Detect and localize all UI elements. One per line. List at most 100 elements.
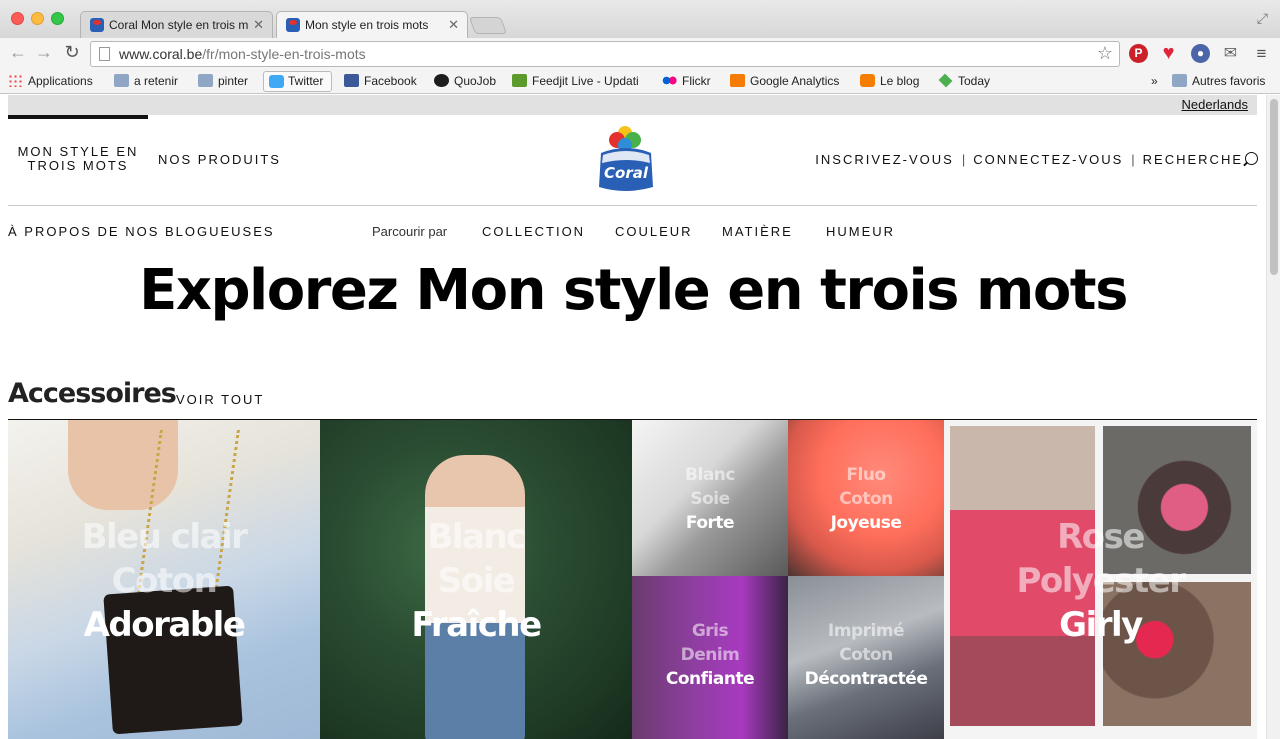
- new-tab-button[interactable]: [468, 17, 508, 34]
- close-window-button[interactable]: [11, 12, 24, 25]
- language-bar: Nederlands: [8, 95, 1257, 115]
- style-tile-girly[interactable]: Rose Polyester Girly: [944, 420, 1257, 739]
- coral-favicon-icon: [286, 18, 300, 32]
- mail-icon[interactable]: ✉: [1221, 44, 1240, 63]
- heart-icon[interactable]: ♥: [1159, 43, 1178, 63]
- page-icon: [99, 47, 110, 61]
- tab-close-icon[interactable]: ✕: [448, 12, 459, 38]
- browser-tab-1[interactable]: Coral Mon style en trois m ✕: [80, 11, 273, 38]
- fullscreen-icon[interactable]: ⤢: [1257, 10, 1268, 27]
- back-arrow-icon[interactable]: ←: [8, 42, 28, 63]
- tab-label: Mon style en trois mots: [305, 18, 429, 32]
- bookmark-star-icon[interactable]: ☆: [1097, 43, 1113, 64]
- bookmarks-bar: Applications a retenir pinter Twitter Fa…: [0, 69, 1280, 94]
- feedjit-icon: [512, 74, 527, 87]
- account-nav: INSCRIVEZ-VOUS | CONNECTEZ-VOUS | RECHERCHE: [815, 152, 1258, 167]
- folder-icon: [114, 74, 129, 87]
- nav-nos-produits[interactable]: NOS PRODUITS: [158, 152, 281, 167]
- bookmark-pinter[interactable]: pinter: [198, 73, 248, 91]
- coral-favicon-icon: [90, 18, 104, 32]
- tile-material-word: Polyester: [1016, 561, 1186, 601]
- bookmark-le-blog[interactable]: Le blog: [860, 73, 919, 91]
- tile-material-word: Soie: [690, 489, 730, 509]
- folder-icon: [198, 74, 213, 87]
- flickr-icon: [662, 74, 677, 87]
- bookmark-flickr[interactable]: Flickr: [662, 73, 711, 91]
- nav-mon-style[interactable]: MON STYLE EN TROIS MOTS: [16, 145, 140, 173]
- tile-material-word: Coton: [839, 489, 893, 509]
- url-text[interactable]: www.coral.be/fr/mon-style-en-trois-mots: [119, 46, 366, 62]
- google-analytics-icon: [730, 74, 745, 87]
- browse-by-label: Parcourir par: [372, 224, 448, 239]
- forward-arrow-icon[interactable]: →: [34, 42, 54, 63]
- voir-tout-link[interactable]: VOIR TOUT: [176, 392, 264, 407]
- today-icon: [938, 73, 953, 88]
- menu-icon[interactable]: ≡: [1252, 44, 1271, 63]
- browser-tab-2[interactable]: Mon style en trois mots ✕: [276, 11, 468, 38]
- tab-close-icon[interactable]: ✕: [253, 12, 264, 38]
- browse-couleur[interactable]: COULEUR: [615, 224, 693, 239]
- nav-recherche[interactable]: RECHERCHE: [1143, 152, 1243, 167]
- browser-titlebar: Coral Mon style en trois m ✕ Mon style e…: [0, 0, 1280, 38]
- style-tile-decontractee[interactable]: Imprimé Coton Décontractée: [788, 576, 944, 739]
- folder-icon: [1172, 74, 1187, 87]
- bookmark-today[interactable]: Today: [938, 73, 990, 91]
- bookmarks-overflow-button[interactable]: »: [1151, 73, 1158, 91]
- quojob-icon: [434, 74, 449, 87]
- nav-inscrivez-vous[interactable]: INSCRIVEZ-VOUS: [815, 152, 954, 167]
- style-tile-confiante[interactable]: Gris Denim Confiante: [632, 576, 788, 739]
- minimize-window-button[interactable]: [31, 12, 44, 25]
- header-divider: [8, 205, 1257, 206]
- bookmark-google-analytics[interactable]: Google Analytics: [730, 73, 839, 91]
- address-bar[interactable]: www.coral.be/fr/mon-style-en-trois-mots …: [90, 41, 1120, 67]
- zoom-window-button[interactable]: [51, 12, 64, 25]
- tile-color-word: Rose: [1057, 517, 1145, 557]
- bookmark-quojob[interactable]: QuoJob: [434, 73, 496, 91]
- tile-mood-word: Adorable: [83, 605, 246, 645]
- tile-material-word: Denim: [680, 645, 740, 665]
- language-link-nederlands[interactable]: Nederlands: [1182, 97, 1249, 112]
- search-icon[interactable]: [1245, 152, 1258, 165]
- nav-a-propos-blogueuses[interactable]: À PROPOS DE NOS BLOGUEUSES: [8, 224, 275, 239]
- twitter-icon: [269, 75, 284, 88]
- bookmark-applications[interactable]: Applications: [8, 73, 93, 91]
- tile-mood-word: Confiante: [665, 669, 755, 689]
- tab-label: Coral Mon style en trois m: [109, 18, 249, 32]
- page-viewport: Nederlands MON STYLE EN TROIS MOTS NOS P…: [0, 95, 1266, 739]
- tile-color-word: Bleu clair: [81, 517, 248, 557]
- style-tile-joyeuse[interactable]: Fluo Coton Joyeuse: [788, 420, 944, 576]
- tile-color-word: Blanc: [427, 517, 526, 557]
- tile-color-word: Blanc: [685, 465, 735, 485]
- page-scrollbar[interactable]: [1266, 95, 1280, 739]
- reload-icon[interactable]: ↻: [62, 42, 82, 63]
- browse-humeur[interactable]: HUMEUR: [826, 224, 895, 239]
- tile-mood-word: Décontractée: [804, 669, 928, 689]
- nav-separator: |: [1131, 152, 1135, 167]
- active-nav-indicator: [8, 115, 148, 119]
- style-tile-forte[interactable]: Blanc Soie Forte: [632, 420, 788, 576]
- pinterest-icon[interactable]: P: [1129, 44, 1148, 63]
- style-tile-adorable[interactable]: Bleu clair Coton Adorable: [8, 420, 320, 739]
- tile-color-word: Imprimé: [827, 621, 905, 641]
- tile-color-word: Fluo: [846, 465, 886, 485]
- tile-material-word: Coton: [839, 645, 893, 665]
- bookmark-a-retenir[interactable]: a retenir: [114, 73, 178, 91]
- browse-matiere[interactable]: MATIÈRE: [722, 224, 793, 239]
- bookmark-feedjit[interactable]: Feedjit Live - Updati: [512, 73, 639, 91]
- section-title: Accessoires: [8, 378, 177, 409]
- bookmark-twitter[interactable]: Twitter: [263, 71, 333, 92]
- tile-material-word: Soie: [437, 561, 516, 601]
- nav-connectez-vous[interactable]: CONNECTEZ-VOUS: [973, 152, 1123, 167]
- page-title: Explorez Mon style en trois mots: [139, 258, 1128, 323]
- tile-mood-word: Joyeuse: [830, 513, 902, 533]
- other-bookmarks-folder[interactable]: Autres favoris: [1172, 73, 1265, 91]
- browse-collection[interactable]: COLLECTION: [482, 224, 585, 239]
- coral-logo[interactable]: Coral: [595, 123, 657, 195]
- browser-toolbar: ← → ↻ www.coral.be/fr/mon-style-en-trois…: [0, 38, 1280, 69]
- tile-material-word: Coton: [111, 561, 218, 601]
- scrollbar-thumb[interactable]: [1270, 99, 1278, 275]
- extension-avatar-icon[interactable]: ●: [1191, 44, 1210, 63]
- blogger-icon: [860, 74, 875, 87]
- style-tile-fraiche[interactable]: Blanc Soie Fraîche: [320, 420, 632, 739]
- bookmark-facebook[interactable]: Facebook: [344, 73, 417, 91]
